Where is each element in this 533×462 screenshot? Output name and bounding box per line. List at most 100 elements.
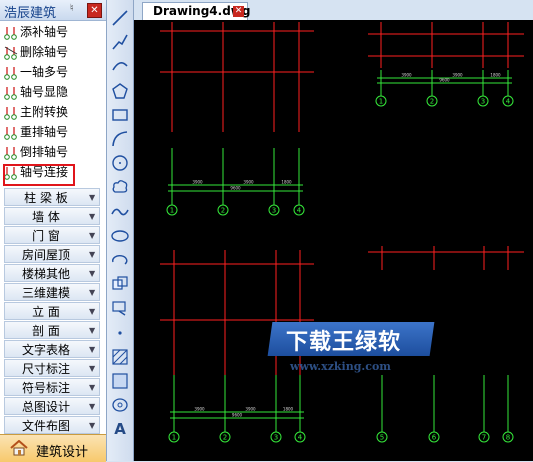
dimension-text: 3900	[401, 73, 412, 78]
palette-bottom-tab[interactable]: 建筑设计	[0, 434, 106, 462]
watermark-url: www.xzking.com	[290, 360, 391, 373]
dimension-text: 1800	[283, 407, 294, 412]
house-icon	[9, 439, 29, 459]
axis-number: 5	[380, 434, 384, 442]
ellipse-arc-icon[interactable]	[110, 250, 130, 270]
category-item[interactable]: 剖 面 ▼	[4, 321, 100, 339]
axis-number: 3	[274, 434, 278, 442]
pin-icon[interactable]: ♮	[70, 3, 74, 14]
text-icon[interactable]: A	[110, 419, 130, 439]
axis-reverse-icon	[4, 146, 18, 160]
command-label: 删除轴号	[20, 45, 69, 59]
axis-show-hide-icon	[4, 86, 18, 100]
command-item[interactable]: 添补轴号	[4, 22, 102, 42]
axis-main-sub-icon	[4, 106, 18, 120]
command-item[interactable]: 删除轴号	[4, 42, 102, 62]
category-item[interactable]: 符号标注 ▼	[4, 378, 100, 396]
axis-number: 3	[481, 98, 485, 106]
command-item[interactable]: 一轴多号	[4, 62, 102, 82]
ellipse-icon[interactable]	[110, 226, 130, 246]
category-item[interactable]: 楼梯其他 ▼	[4, 264, 100, 282]
command-label: 添补轴号	[20, 25, 69, 39]
cad-drawing[interactable]: 1 2 3 4 3900 3900 1800 9600 1 2 3 4 3900 3900 1800 9600…	[134, 20, 533, 461]
category-label: 立 面	[32, 305, 60, 319]
axis-number: 7	[482, 434, 486, 442]
point-icon[interactable]	[110, 323, 130, 343]
watermark-title: 下载王绿软	[286, 330, 402, 355]
axis-number: 6	[432, 434, 437, 442]
cloud-icon[interactable]	[110, 177, 130, 197]
document-tabbar: Drawing4.dwg ✕	[134, 0, 533, 20]
tool-palette: 浩辰建筑 ♮ ✕ 添补轴号 删除轴号 一轴多号 轴号显隐 主附转换 重排轴号 倒排轴号 轴号连…	[0, 0, 107, 462]
axis-multi-number-icon	[4, 66, 18, 80]
dimension-text: 3900	[194, 407, 205, 412]
category-item[interactable]: 柱 梁 板 ▼	[4, 188, 100, 206]
polyline-icon[interactable]	[110, 32, 130, 52]
command-label: 倒排轴号	[20, 145, 69, 159]
axis-number: 2	[430, 98, 434, 106]
dimension-text: 3900	[245, 407, 256, 412]
axis-renumber-icon	[4, 126, 18, 140]
category-item[interactable]: 立 面 ▼	[4, 302, 100, 320]
axis-number: 4	[506, 98, 511, 106]
command-label: 主附转换	[20, 105, 69, 119]
category-label: 楼梯其他	[21, 267, 70, 281]
command-item[interactable]: 重排轴号	[4, 122, 102, 142]
document-tab[interactable]: Drawing4.dwg ✕	[142, 2, 250, 20]
dimension-text: 1800	[281, 180, 292, 185]
axis-number: 8	[506, 434, 510, 442]
axis-number: 4	[297, 207, 302, 215]
category-item[interactable]: 三维建模 ▼	[4, 283, 100, 301]
chevron-down-icon: ▼	[89, 345, 96, 354]
chevron-down-icon: ▼	[89, 269, 96, 278]
category-label: 尺寸标注	[21, 362, 70, 376]
circle-icon[interactable]	[110, 153, 130, 173]
command-label: 轴号显隐	[20, 85, 69, 99]
category-item[interactable]: 门 窗 ▼	[4, 226, 100, 244]
category-label: 墙 体	[32, 210, 60, 224]
dimension-text: 3900	[192, 180, 203, 185]
dimension-total-text: 9600	[230, 186, 241, 191]
category-label: 文件布图	[21, 419, 70, 433]
category-label: 符号标注	[21, 381, 70, 395]
category-label: 文字表格	[21, 343, 70, 357]
palette-title: 浩辰建筑	[4, 6, 57, 21]
chevron-down-icon: ▼	[89, 383, 96, 392]
spline-icon[interactable]	[110, 202, 130, 222]
region-icon[interactable]	[110, 371, 130, 391]
category-label: 房间屋顶	[21, 248, 70, 262]
line-icon[interactable]	[110, 8, 130, 28]
dimension-total-text: 9600	[439, 78, 450, 83]
table-icon[interactable]	[110, 395, 130, 415]
axis-number: 3	[272, 207, 276, 215]
polygon-icon[interactable]	[110, 81, 130, 101]
category-item[interactable]: 墙 体 ▼	[4, 207, 100, 225]
category-item[interactable]: 房间屋顶 ▼	[4, 245, 100, 263]
category-item[interactable]: 文字表格 ▼	[4, 340, 100, 358]
rectangle-icon[interactable]	[110, 105, 130, 125]
command-item[interactable]: 倒排轴号	[4, 142, 102, 162]
axis-number: 1	[379, 98, 383, 106]
axis-number: 2	[223, 434, 227, 442]
category-item[interactable]: 总图设计 ▼	[4, 397, 100, 415]
close-icon[interactable]: ✕	[233, 6, 244, 17]
arc-icon[interactable]	[110, 129, 130, 149]
drawing-canvas[interactable]: 1 2 3 4 3900 3900 1800 9600 1 2 3 4 3900 3900 1800 9600…	[134, 20, 533, 461]
command-item[interactable]: 主附转换	[4, 102, 102, 122]
palette-header: 浩辰建筑 ♮ ✕	[0, 0, 106, 21]
dimension-text: 3900	[452, 73, 463, 78]
command-item[interactable]: 轴号显隐	[4, 82, 102, 102]
make-block-icon[interactable]	[110, 298, 130, 318]
draw-toolbar: A	[107, 0, 134, 461]
category-label: 柱 梁 板	[24, 191, 68, 205]
chevron-down-icon: ▼	[89, 421, 96, 430]
hatch-icon[interactable]	[110, 347, 130, 367]
command-label: 重排轴号	[20, 125, 69, 139]
close-icon[interactable]: ✕	[87, 3, 102, 18]
chevron-down-icon: ▼	[89, 231, 96, 240]
axis-number: 2	[221, 207, 225, 215]
insert-block-icon[interactable]	[110, 274, 130, 294]
category-item[interactable]: 尺寸标注 ▼	[4, 359, 100, 377]
category-item[interactable]: 文件布图 ▼	[4, 416, 100, 434]
arc-polyline-icon[interactable]	[110, 56, 130, 76]
